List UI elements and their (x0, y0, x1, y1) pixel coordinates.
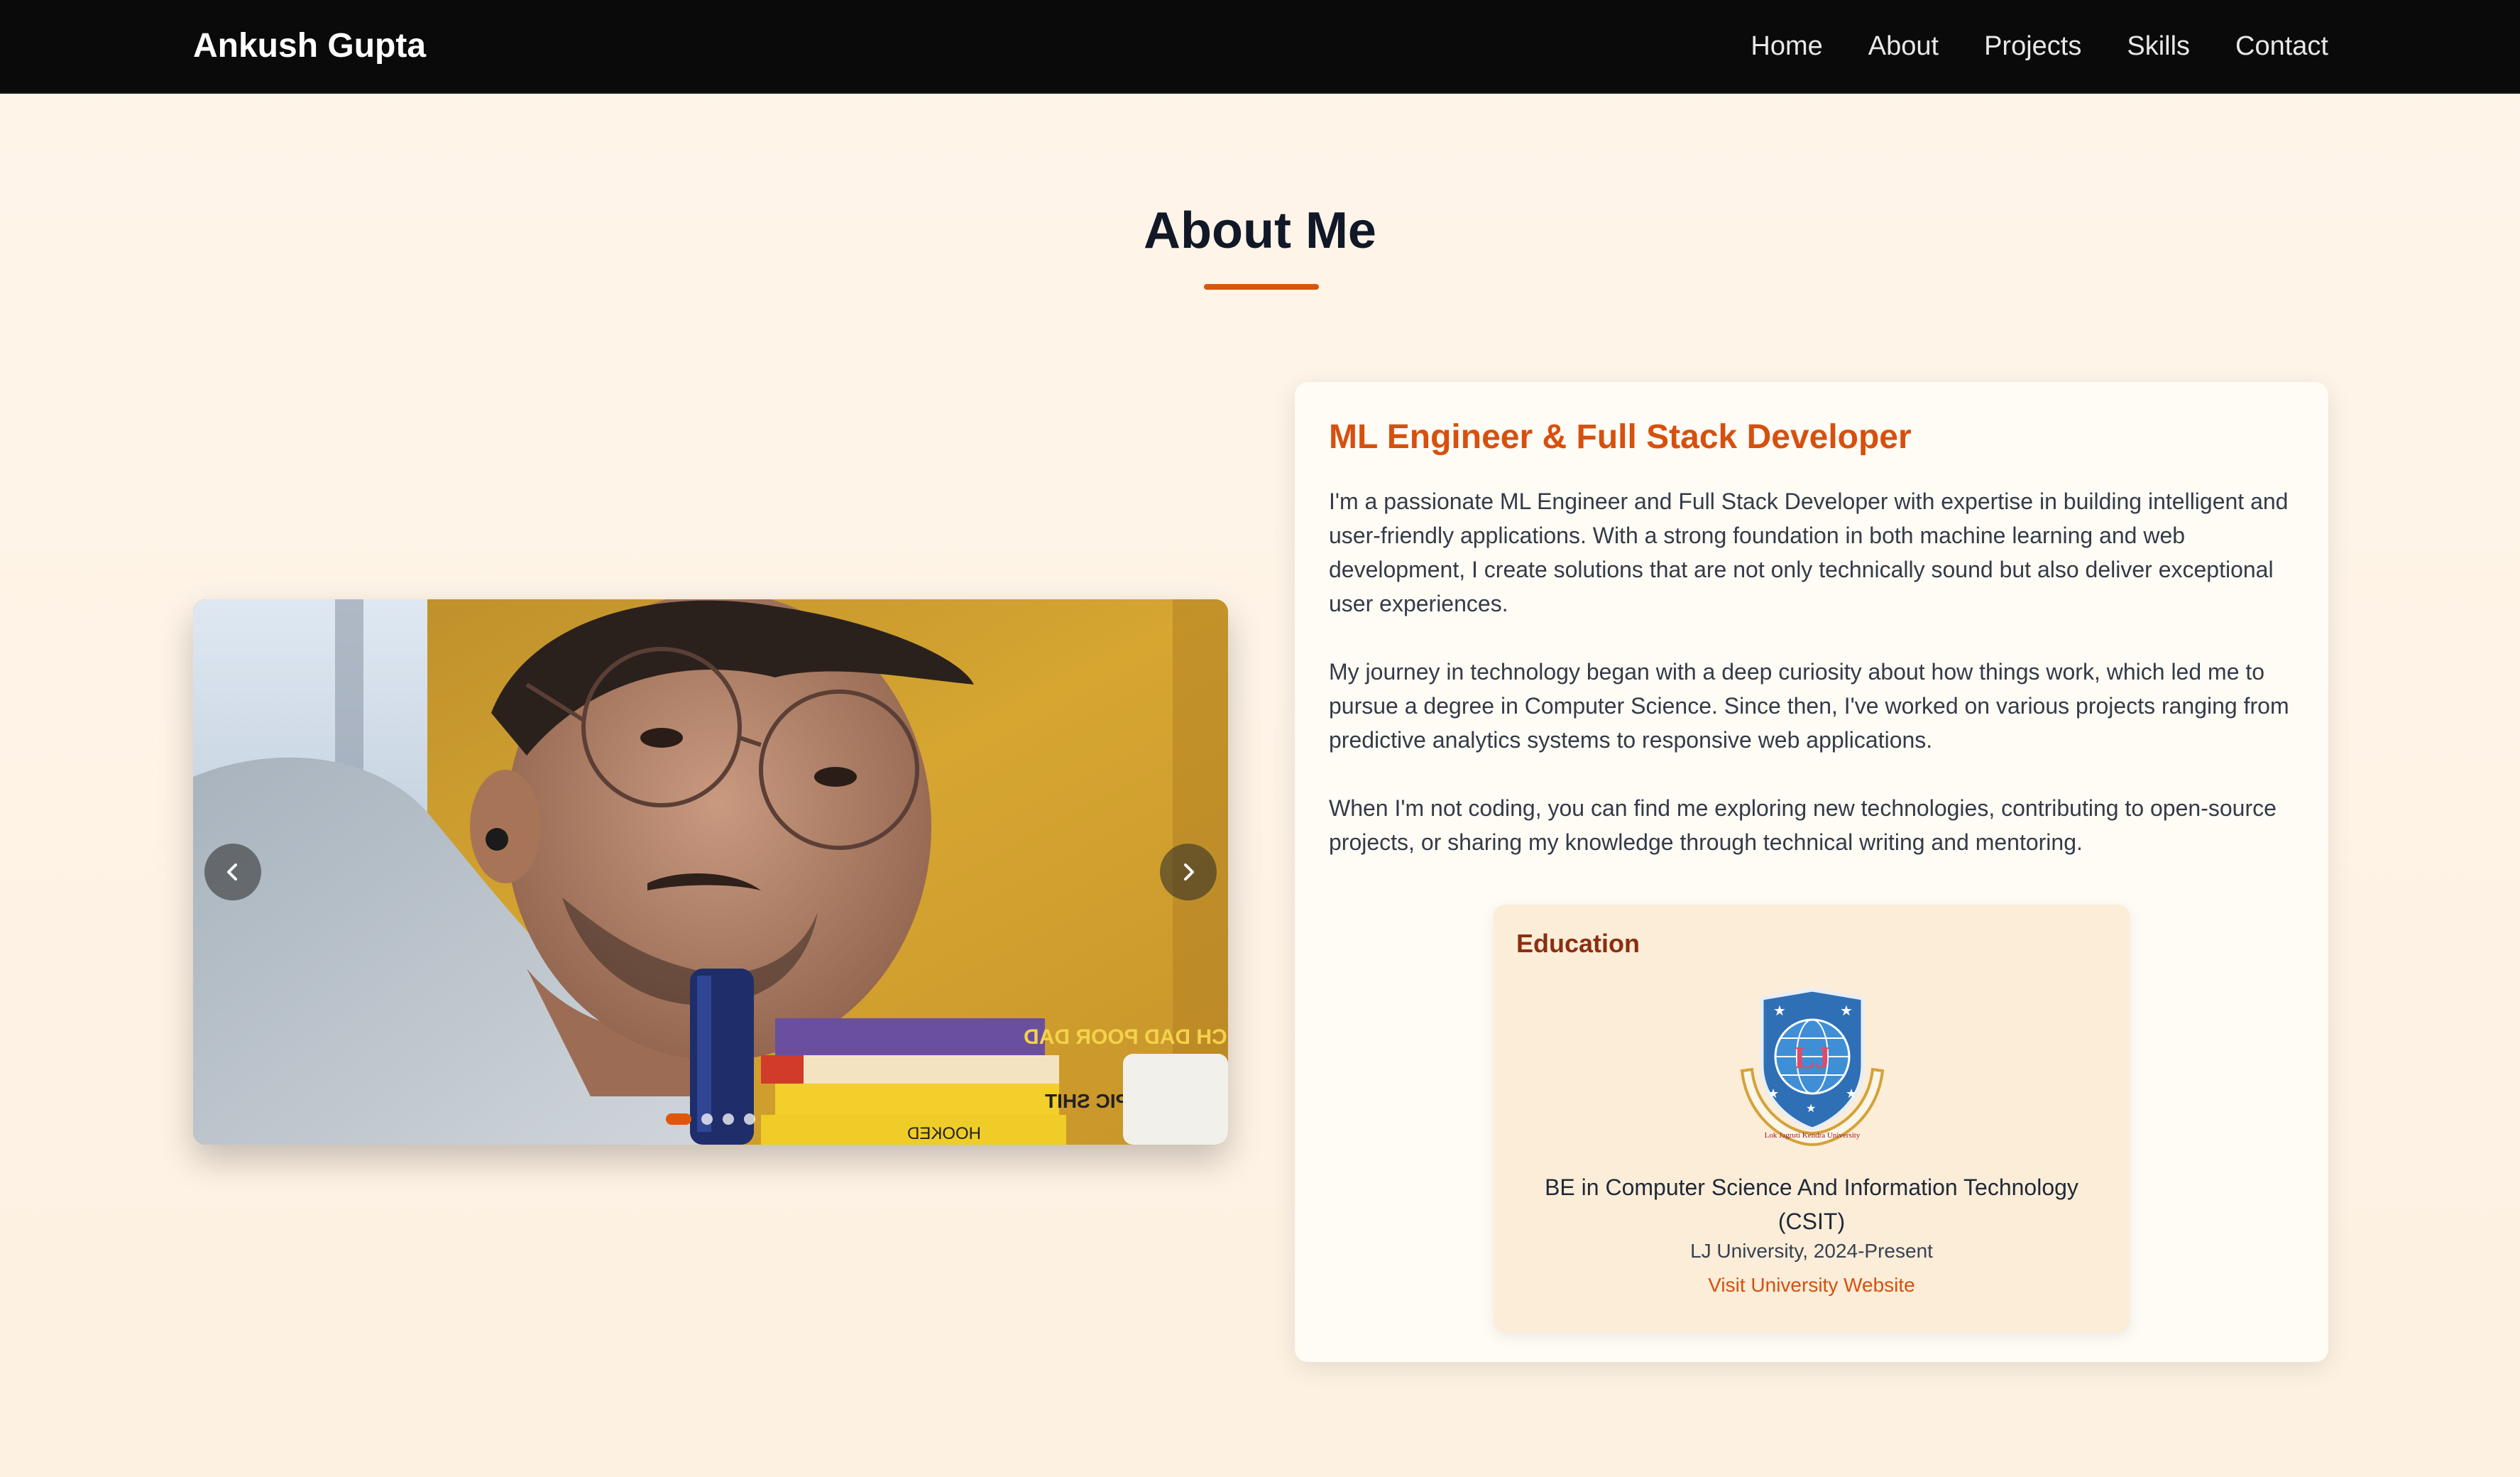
role-heading: ML Engineer & Full Stack Developer (1329, 418, 1912, 456)
svg-text:★: ★ (1768, 1086, 1779, 1101)
university-logo: ★ ★ ★ ★ ★ LJ Lok Jagruti Kendra Universi… (1740, 988, 1885, 1147)
carousel-prev-button[interactable] (204, 844, 261, 900)
nav-link-contact[interactable]: Contact (2235, 31, 2328, 62)
about-paragraph: I'm a passionate ML Engineer and Full St… (1329, 489, 2289, 616)
svg-text:★: ★ (1806, 1101, 1816, 1115)
carousel-dot[interactable] (701, 1113, 713, 1125)
about-paragraph: When I'm not coding, you can find me exp… (1329, 795, 2277, 855)
brand-logo[interactable]: Ankush Gupta (193, 0, 426, 92)
svg-text:RICH DAD POOR DAD: RICH DAD POOR DAD (1024, 1025, 1228, 1049)
navbar: Ankush Gupta Home About Projects Skills … (0, 0, 2520, 94)
chevron-left-icon (227, 863, 237, 881)
degree-name: BE in Computer Science And Information T… (1545, 1174, 2078, 1234)
carousel-dot[interactable] (723, 1113, 734, 1125)
university-name: LJ University, 2024-Present (1690, 1240, 1933, 1262)
section-title: About Me (1144, 202, 1376, 259)
about-paragraph: My journey in technology began with a de… (1329, 659, 2289, 753)
nav-links: Home About Projects Skills Contact (1751, 0, 2328, 92)
chevron-right-icon (1184, 863, 1194, 881)
svg-text:★: ★ (1840, 1002, 1853, 1019)
carousel-next-button[interactable] (1160, 844, 1217, 900)
photo-carousel[interactable]: RICH DAD POOR DAD DO EPIC SHIT HOOKED (193, 599, 1228, 1145)
svg-text:★: ★ (1773, 1002, 1786, 1019)
nav-link-projects[interactable]: Projects (1984, 31, 2081, 62)
svg-text:HOOKED: HOOKED (907, 1124, 981, 1143)
about-card: ML Engineer & Full Stack Developer I'm a… (1295, 382, 2328, 1362)
carousel-dot[interactable] (744, 1113, 755, 1125)
education-title: Education (1516, 929, 1640, 958)
education-card: Education ★ ★ ★ ★ ★ LJ Lok Jagruti Kendr… (1494, 905, 2130, 1332)
carousel-indicators (193, 1113, 1228, 1125)
svg-text:★: ★ (1846, 1086, 1857, 1101)
nav-link-skills[interactable]: Skills (2127, 31, 2190, 62)
nav-link-home[interactable]: Home (1751, 31, 1822, 62)
university-website-link[interactable]: Visit University Website (1494, 1274, 2130, 1297)
profile-photo: RICH DAD POOR DAD DO EPIC SHIT HOOKED (193, 599, 1228, 1145)
logo-caption: Lok Jagruti Kendra University (1765, 1131, 1861, 1140)
carousel-dot[interactable] (666, 1113, 691, 1125)
title-underline (1204, 284, 1319, 290)
logo-letters: LJ (1794, 1040, 1830, 1075)
nav-link-about[interactable]: About (1868, 31, 1939, 62)
